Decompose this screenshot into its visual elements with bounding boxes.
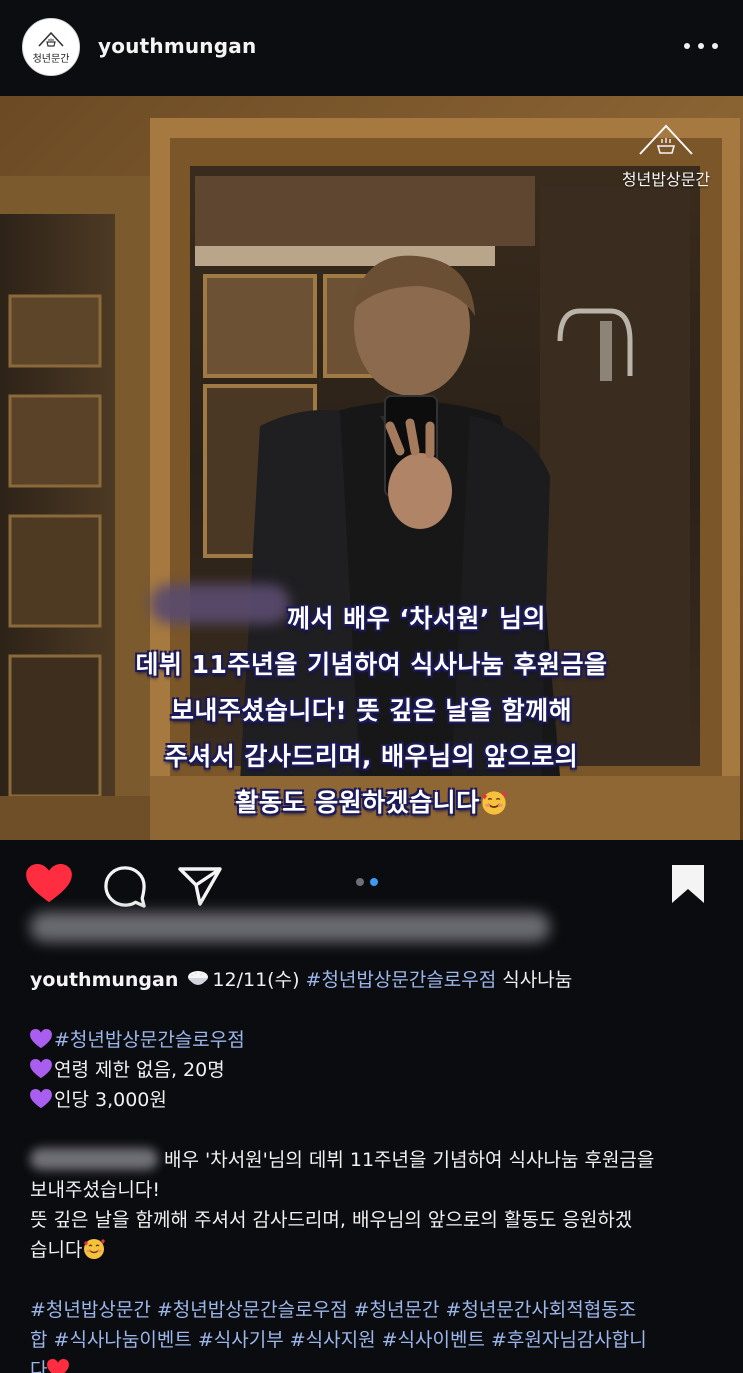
body-text: 배우 '차서원'님의 데뷔 11주년을 기념하여 식사나눔 후원금을 [164,1149,655,1171]
comment-icon[interactable] [104,866,146,908]
redacted-donor-blur [30,1148,158,1170]
bookmark-filled-icon[interactable] [671,864,705,904]
info-line: 인당 3,000원 [30,1085,720,1115]
header-username[interactable]: youthmungan [98,34,256,58]
profile-avatar[interactable]: 청년문간 [22,18,80,76]
more-dot [684,43,690,49]
caption-date: 12/11(수) [212,969,300,991]
photo-caption-overlay: 께서 배우 ‘차서원’ 님의 데뷔 11주년을 기념하여 식사나눔 후원금을 보… [0,596,743,826]
purple-heart-icon [30,1029,52,1049]
caption-headline-rest: 식사나눔 [496,969,573,991]
house-logo-icon [38,31,64,47]
brand-watermark-text: 청년밥상문간 [621,170,711,189]
caption-headline-tag[interactable]: #청년밥상문간슬로우점 [306,969,497,991]
smiling-face-with-hearts-icon [481,791,507,815]
more-dot [712,43,718,49]
hashtag-line[interactable]: #청년밥상문간 #청년밥상문간슬로우점 #청년문간 #청년문간사회적협동조 [30,1295,720,1325]
hashtag-line[interactable]: 합 #식사나눔이벤트 #식사기부 #식사지원 #식사이벤트 #후원자님감사합니 [30,1325,720,1355]
purple-heart-icon [30,1059,52,1079]
rice-bowl-icon [188,971,209,985]
body-line: 배우 '차서원'님의 데뷔 11주년을 기념하여 식사나눔 후원금을 [30,1145,720,1175]
carousel-dot-active [370,878,378,886]
red-heart-icon [47,1359,70,1373]
house-logo-icon [639,124,693,155]
overlay-line: 데뷔 11주년을 기념하여 식사나눔 후원금을 [135,650,608,679]
info-line: 연령 제한 없음, 20명 [30,1055,720,1085]
send-icon[interactable] [178,866,222,906]
overlay-line: 주셔서 감사드리며, 배우님의 앞으로의 [164,742,579,771]
overlay-line: 보내주셨습니다! 뜻 깊은 날을 함께해 [170,696,573,725]
more-dot [698,43,704,49]
overlay-line: 활동도 응원하겠습니다 [0,780,743,826]
info-tag[interactable]: #청년밥상문간슬로우점 [54,1029,245,1051]
post-header: 청년문간 youthmungan [0,0,743,96]
caption-headline: youthmungan 12/11(수) #청년밥상문간슬로우점 식사나눔 [30,965,720,995]
redacted-likes-blur [30,912,550,942]
body-line: 뜻 깊은 날을 함께해 주셔서 감사드리며, 배우님의 앞으로의 활동도 응원하… [30,1209,633,1231]
info-text: 연령 제한 없음, 20명 [54,1059,225,1081]
caption-username[interactable]: youthmungan [30,969,178,991]
purple-heart-icon [30,1089,52,1109]
body-line: 습니다 [30,1235,720,1265]
brand-watermark: 청년밥상문간 [611,120,721,190]
heart-filled-icon[interactable] [26,864,72,904]
post-image[interactable]: 청년밥상문간 께서 배우 ‘차서원’ 님의 데뷔 11주년을 기념하여 식사나눔… [0,96,743,840]
hashtag-text[interactable]: 다 [30,1359,47,1373]
info-text: 인당 3,000원 [54,1089,167,1111]
overlay-line: 께서 배우 ‘차서원’ 님의 [286,604,547,633]
avatar-label: 청년문간 [32,53,70,65]
post-caption: youthmungan 12/11(수) #청년밥상문간슬로우점 식사나눔 #청… [30,965,720,1373]
smiling-face-with-hearts-icon [84,1239,106,1259]
more-options-icon[interactable] [684,36,718,56]
hashtag-line: 다 [30,1355,720,1373]
carousel-dot [356,878,364,886]
info-line: #청년밥상문간슬로우점 [30,1025,720,1055]
liked-by-redacted [30,908,550,946]
carousel-indicator [356,878,378,886]
body-line: 보내주셨습니다! [30,1179,160,1201]
overlay-line-text: 활동도 응원하겠습니다 [235,788,480,817]
body-text: 습니다 [30,1239,83,1261]
